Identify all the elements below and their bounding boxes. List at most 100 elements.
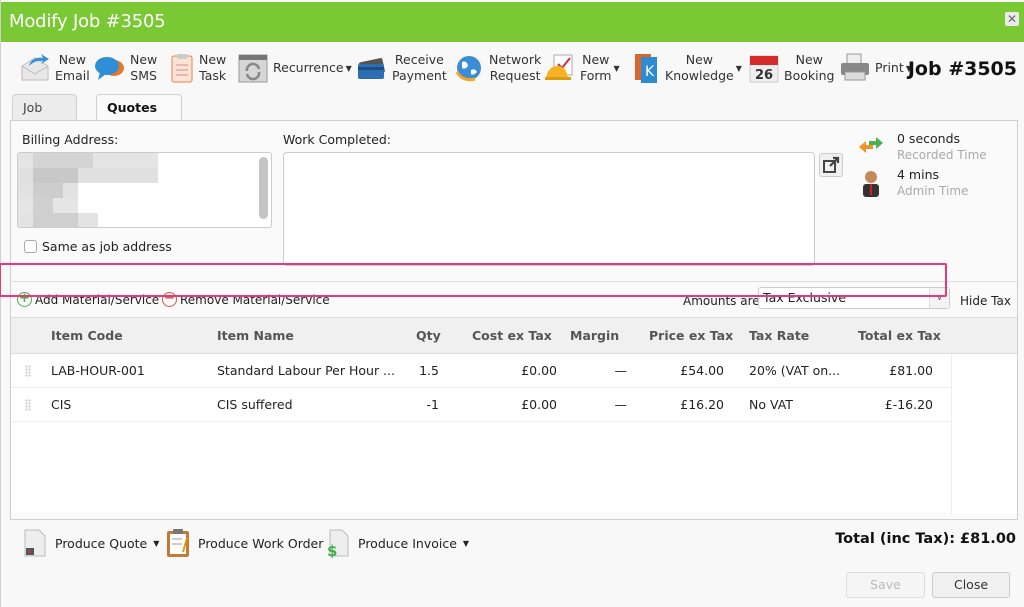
label: Form [580, 68, 612, 83]
toolbar: NewEmail NewSMS NewTask Recurrence▼ [1, 44, 1024, 92]
save-button[interactable]: Save [846, 572, 925, 598]
close-button[interactable]: Close [932, 572, 1010, 598]
clipboard-icon [166, 528, 190, 558]
table-row[interactable]: LAB-HOUR-001 Standard Labour Per Hour ..… [11, 354, 951, 388]
receive-payment-button[interactable]: Receive Payment [356, 50, 447, 86]
window-title: Modify Job #3505 [9, 11, 166, 32]
chevron-down-icon: ▼ [735, 63, 742, 73]
cell-tax-rate: 20% (VAT on... [749, 363, 841, 378]
table-empty-gutter [951, 354, 1017, 514]
same-as-job-address-checkbox[interactable] [24, 240, 37, 253]
new-form-button[interactable]: New Form ▼ [544, 50, 620, 86]
label: Print [875, 60, 904, 75]
produce-work-order-label: Produce Work Order [198, 535, 324, 551]
svg-text:K: K [645, 64, 655, 80]
cell-total: £81.00 [889, 363, 933, 378]
form-icon [544, 52, 576, 84]
cell-item-code: CIS [51, 397, 72, 412]
job-number-title: Job #3505 [907, 58, 1017, 80]
produce-quote-label: Produce Quote [55, 535, 148, 551]
cell-tax-rate: No VAT [749, 397, 793, 412]
modify-job-window: Modify Job #3505 ✕ New Email New SMS New Ta… [0, 0, 1024, 607]
label: Network [489, 52, 542, 67]
cell-qty: -1 [426, 397, 439, 412]
produce-invoice-label: Produce Invoice [358, 535, 457, 551]
drag-handle-icon[interactable] [25, 399, 31, 411]
hide-tax-link[interactable]: Hide Tax [960, 294, 1011, 308]
chevron-down-icon: ▼ [613, 63, 620, 73]
chevron-down-icon: ▼ [345, 63, 352, 73]
col-total-ex-tax[interactable]: Total ex Tax [858, 328, 941, 343]
cell-cost: £0.00 [521, 397, 557, 412]
cell-item-name: Standard Labour Per Hour ... [217, 363, 395, 378]
billing-address-field[interactable] [17, 152, 272, 228]
book-icon: K [633, 52, 661, 84]
produce-invoice-button[interactable]: $ Produce Invoice ▼ [326, 528, 470, 560]
col-qty[interactable]: Qty [416, 328, 441, 343]
col-price-ex-tax[interactable]: Price ex Tax [649, 328, 733, 343]
label: New [795, 52, 823, 67]
new-knowledge-button[interactable]: K New Knowledge ▼ [633, 50, 742, 86]
admin-time-label: Admin Time [897, 184, 969, 198]
sms-icon [94, 52, 126, 84]
chevron-down-icon: ▼ [462, 538, 470, 548]
new-sms-button[interactable]: New SMS [94, 50, 157, 86]
work-completed-label: Work Completed: [283, 132, 392, 147]
cell-price: £16.20 [680, 397, 724, 412]
cell-item-name: CIS suffered [217, 397, 293, 412]
same-as-job-address-label: Same as job address [42, 239, 172, 254]
admin-person-icon [863, 171, 879, 197]
row-highlight-annotation [0, 263, 947, 297]
new-booking-button[interactable]: 26 New Booking [748, 50, 834, 86]
col-margin[interactable]: Margin [570, 328, 619, 343]
recorded-time-value: 0 seconds [897, 131, 961, 146]
produce-work-order-button[interactable]: Produce Work Order [166, 528, 323, 558]
redacted-address [18, 153, 158, 227]
network-request-button[interactable]: Network Request [453, 50, 541, 86]
svg-text:$: $ [327, 542, 337, 558]
cell-price: £54.00 [680, 363, 724, 378]
recorded-time-label: Recorded Time [897, 148, 987, 162]
external-link-icon [823, 156, 840, 173]
table-row[interactable]: CIS CIS suffered -1 £0.00 — £16.20 No VA… [11, 388, 951, 422]
label: SMS [130, 68, 157, 83]
print-button[interactable]: Print ▼ [839, 50, 912, 86]
label: New [58, 52, 86, 67]
address-scrollbar[interactable] [259, 157, 268, 219]
close-icon[interactable]: ✕ [1005, 12, 1019, 26]
tab-quotes-invoicing[interactable]: Quotes & Invoicing [96, 94, 183, 167]
chevron-down-icon: ▼ [153, 538, 160, 548]
popout-button[interactable] [819, 153, 843, 177]
tab-job-details[interactable]: Job Details [12, 94, 78, 141]
task-icon [169, 52, 195, 84]
cell-margin: — [614, 397, 628, 412]
new-task-button[interactable]: New Task [169, 50, 226, 86]
calendar-day: 26 [755, 68, 773, 83]
drag-handle-icon[interactable] [25, 365, 31, 377]
col-cost-ex-tax[interactable]: Cost ex Tax [472, 328, 552, 343]
label: Recurrence [273, 60, 344, 75]
work-completed-textarea[interactable] [283, 152, 815, 266]
label: New [685, 52, 713, 67]
label: Email [55, 68, 90, 83]
email-icon [19, 52, 51, 84]
cell-qty: 1.5 [419, 363, 439, 378]
cell-margin: — [614, 363, 628, 378]
cell-cost: £0.00 [521, 363, 557, 378]
title-bar: Modify Job #3505 ✕ [1, 2, 1024, 42]
credit-card-icon [356, 52, 388, 84]
cell-item-code: LAB-HOUR-001 [51, 363, 145, 378]
label: Booking [784, 68, 835, 83]
label: Payment [392, 68, 447, 83]
label: New [199, 52, 227, 67]
quotes-invoicing-panel: Billing Address: Same as job address Wor… [10, 120, 1018, 520]
recurrence-button[interactable]: Recurrence ▼ [237, 50, 352, 86]
col-item-name[interactable]: Item Name [217, 328, 294, 343]
globe-icon [453, 52, 485, 84]
new-email-button[interactable]: New Email [19, 50, 90, 86]
col-item-code[interactable]: Item Code [51, 328, 123, 343]
col-tax-rate[interactable]: Tax Rate [749, 328, 809, 343]
label: Request [489, 68, 541, 83]
label: Knowledge [665, 68, 734, 83]
produce-quote-button[interactable]: Produce Quote ▼ [23, 528, 159, 558]
